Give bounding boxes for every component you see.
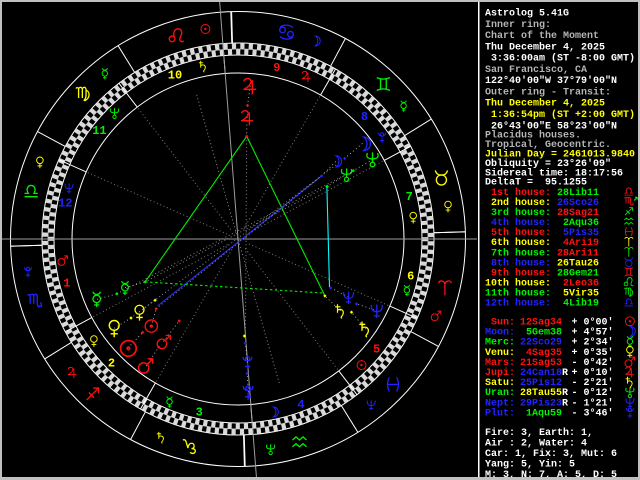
svg-text:+ 2°34': + 2°34' <box>572 337 614 349</box>
svg-text:11: 11 <box>92 124 106 138</box>
svg-text:Plut:: Plut: <box>485 408 515 420</box>
svg-text:San Francisco, CA: San Francisco, CA <box>485 64 587 76</box>
svg-text:122°40'00"W 37°79'00"N: 122°40'00"W 37°79'00"N <box>485 75 617 87</box>
svg-text:8: 8 <box>361 110 368 124</box>
svg-text:7: 7 <box>406 190 413 204</box>
svg-text:Car: 1, Fix: 3, Mut: 6: Car: 1, Fix: 3, Mut: 6 <box>485 448 617 460</box>
svg-text:Outer ring - Transit:: Outer ring - Transit: <box>485 87 611 99</box>
svg-text:2: 2 <box>108 356 115 370</box>
svg-text:Inner ring:: Inner ring: <box>485 19 551 31</box>
svg-text:9: 9 <box>273 61 280 75</box>
svg-text:1Aqu59: 1Aqu59 <box>526 409 562 420</box>
svg-text:6: 6 <box>407 270 414 284</box>
svg-text:Air : 2, Water: 4: Air : 2, Water: 4 <box>485 437 587 449</box>
svg-text:Thu December 4, 2025: Thu December 4, 2025 <box>485 98 605 110</box>
svg-text:3:36:00am (ST -8:00 GMT): 3:36:00am (ST -8:00 GMT) <box>485 53 635 65</box>
svg-text:4Lib19: 4Lib19 <box>563 298 599 310</box>
svg-text:12th house:: 12th house: <box>485 298 551 310</box>
svg-text:10: 10 <box>168 68 182 82</box>
svg-text:- 0°12': - 0°12' <box>572 387 614 399</box>
svg-text:DeltaT = 95.1255: DeltaT = 95.1255 <box>485 177 587 189</box>
svg-text:Astrolog 5.41G: Astrolog 5.41G <box>485 8 569 20</box>
svg-text:Fire: 3, Earth: 1,: Fire: 3, Earth: 1, <box>485 427 593 439</box>
svg-text:- 3°46': - 3°46' <box>572 408 614 420</box>
svg-text:5: 5 <box>373 342 380 356</box>
svg-text:4: 4 <box>297 398 304 412</box>
svg-text:R: R <box>562 398 568 409</box>
svg-text:Yang: 5, Yin: 5: Yang: 5, Yin: 5 <box>485 458 575 470</box>
svg-text:R: R <box>562 368 568 379</box>
svg-text:1: 1 <box>63 276 70 290</box>
svg-text:12: 12 <box>58 197 72 211</box>
svg-text:3: 3 <box>196 405 203 419</box>
svg-text:Thu December 4, 2025: Thu December 4, 2025 <box>485 41 605 53</box>
svg-text:1:36:54pm (ST +2:00 GMT): 1:36:54pm (ST +2:00 GMT) <box>485 109 635 121</box>
svg-text:Chart of the Moment: Chart of the Moment <box>485 30 599 42</box>
